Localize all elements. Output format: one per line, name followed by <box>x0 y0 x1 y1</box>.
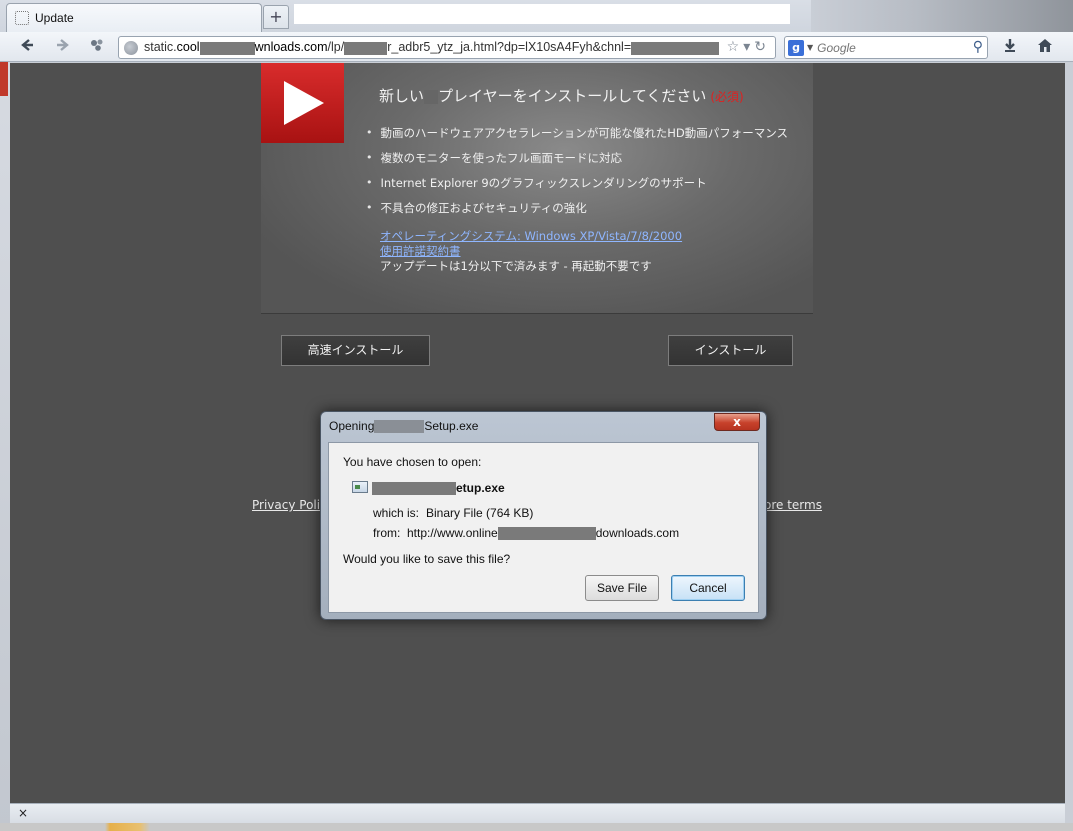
taskbar-edge <box>0 823 1073 831</box>
status-bar: × <box>10 803 1065 823</box>
window-frame-left <box>0 32 10 831</box>
ad-title-start: 新しい <box>379 87 425 105</box>
chosen-label: You have chosen to open: <box>343 455 482 469</box>
dialog-title: Opening Setup.exe <box>329 419 479 434</box>
url-host-start: cool <box>176 40 200 55</box>
tab-strip-background <box>811 0 1073 32</box>
cancel-button[interactable]: Cancel <box>671 575 745 601</box>
forward-arrow-icon[interactable] <box>52 37 74 57</box>
url-tools: ☆▾↻ <box>727 39 770 55</box>
back-arrow-icon[interactable] <box>16 37 38 57</box>
list-item: 動画のハードウェアアクセラレーションが可能な優れたHD動画パフォーマンス <box>366 120 788 145</box>
source-url-end: downloads.com <box>595 526 680 540</box>
page-icon <box>15 11 29 25</box>
ad-title: 新しい プレイヤーをインストールしてください (必須) <box>379 85 744 106</box>
update-note: アップデートは1分以下で済みます - 再起動不要です <box>380 259 652 273</box>
source-url: http://www.online downloads.com <box>407 526 680 541</box>
tab-strip: Update + <box>0 0 1073 32</box>
dialog-body: You have chosen to open: etup.exe which … <box>328 442 759 613</box>
search-input[interactable] <box>817 40 968 55</box>
url-prefix: static. <box>144 40 177 55</box>
play-icon <box>284 81 324 125</box>
url-path-end: r_adbr5_ytz_ja.html?dp=lX10sA4Fyh&chnl= <box>387 40 632 55</box>
file-name: etup.exe <box>372 481 505 496</box>
url-text: static.cool wnloads.com/lp/r_adbr5_ytz_ja… <box>144 40 720 55</box>
close-icon[interactable]: x <box>714 413 760 431</box>
list-item: 不具合の修正およびセキュリティの強化 <box>366 195 788 220</box>
new-tab-button[interactable]: + <box>263 5 289 29</box>
url-bar[interactable]: static.cool wnloads.com/lp/r_adbr5_ytz_ja… <box>118 36 776 59</box>
redacted-area <box>294 4 790 24</box>
reload-icon[interactable]: ↻ <box>754 39 770 55</box>
search-bar[interactable]: g ▼ ⚲ <box>784 36 988 59</box>
redaction-mark <box>424 89 439 104</box>
required-badge: (必須) <box>710 90 744 104</box>
dropdown-arrow-icon[interactable]: ▾ <box>743 39 754 55</box>
list-item: 複数のモニターを使ったフル画面モードに対応 <box>366 145 788 170</box>
from-label: from: <box>373 526 401 540</box>
globe-icon <box>124 40 138 55</box>
file-type-value: Binary File (764 KB) <box>426 506 534 520</box>
source-url-start: http://www.online <box>407 526 498 540</box>
url-host-end: wnloads.com <box>254 40 328 55</box>
redaction-mark <box>374 420 425 434</box>
divider <box>261 313 813 314</box>
window-frame-right <box>1065 32 1073 831</box>
navigation-toolbar: static.cool wnloads.com/lp/r_adbr5_ytz_ja… <box>0 32 1073 62</box>
chevron-down-icon[interactable]: ▼ <box>807 43 813 52</box>
download-icon[interactable] <box>998 37 1022 57</box>
redaction-mark <box>497 527 596 541</box>
file-icon <box>352 481 368 493</box>
save-file-button[interactable]: Save File <box>585 575 659 601</box>
star-icon[interactable]: ☆ <box>727 39 744 55</box>
dialog-title-start: Opening <box>329 419 375 433</box>
home-icon[interactable] <box>1033 37 1057 57</box>
addon-icon[interactable] <box>86 37 108 57</box>
terms-link[interactable]: ore terms <box>764 498 822 512</box>
url-path-start: /lp/ <box>327 40 345 55</box>
ad-title-end: プレイヤーをインストールしてください <box>438 87 707 105</box>
open-file-dialog: Opening Setup.exe x You have chosen to op… <box>320 411 767 620</box>
close-icon[interactable]: × <box>18 806 28 820</box>
install-button[interactable]: インストール <box>668 335 793 366</box>
list-item: Internet Explorer 9のグラフィックスレンダリングのサポート <box>366 170 788 195</box>
os-requirements-link[interactable]: オペレーティングシステム: Windows XP/Vista/7/8/2000 <box>380 228 682 244</box>
save-question: Would you like to save this file? <box>343 552 511 566</box>
player-logo <box>261 63 344 143</box>
privacy-policy-link[interactable]: Privacy Polic <box>252 498 327 512</box>
installer-ad-panel: 新しいプレイヤーをインストールしてください(必須) 動画のハードウェアアクセラレ… <box>261 63 813 313</box>
feature-list: 動画のハードウェアアクセラレーションが可能な優れたHD動画パフォーマンス 複数の… <box>366 120 788 220</box>
fast-install-button[interactable]: 高速インストール <box>281 335 430 366</box>
redaction-mark <box>631 41 720 55</box>
which-is-label: which is: <box>373 506 420 520</box>
tab-update[interactable]: Update <box>6 3 262 32</box>
dialog-title-end: Setup.exe <box>424 419 479 433</box>
redaction-mark <box>372 482 456 496</box>
search-engine-icon[interactable]: g <box>788 39 804 56</box>
tab-title: Update <box>35 11 74 25</box>
redaction-mark <box>344 41 388 55</box>
magnifier-icon[interactable]: ⚲ <box>973 39 983 55</box>
file-name-end: etup.exe <box>456 481 505 495</box>
redaction-mark <box>199 41 255 55</box>
eula-link[interactable]: 使用許諾契約書 <box>380 243 461 259</box>
